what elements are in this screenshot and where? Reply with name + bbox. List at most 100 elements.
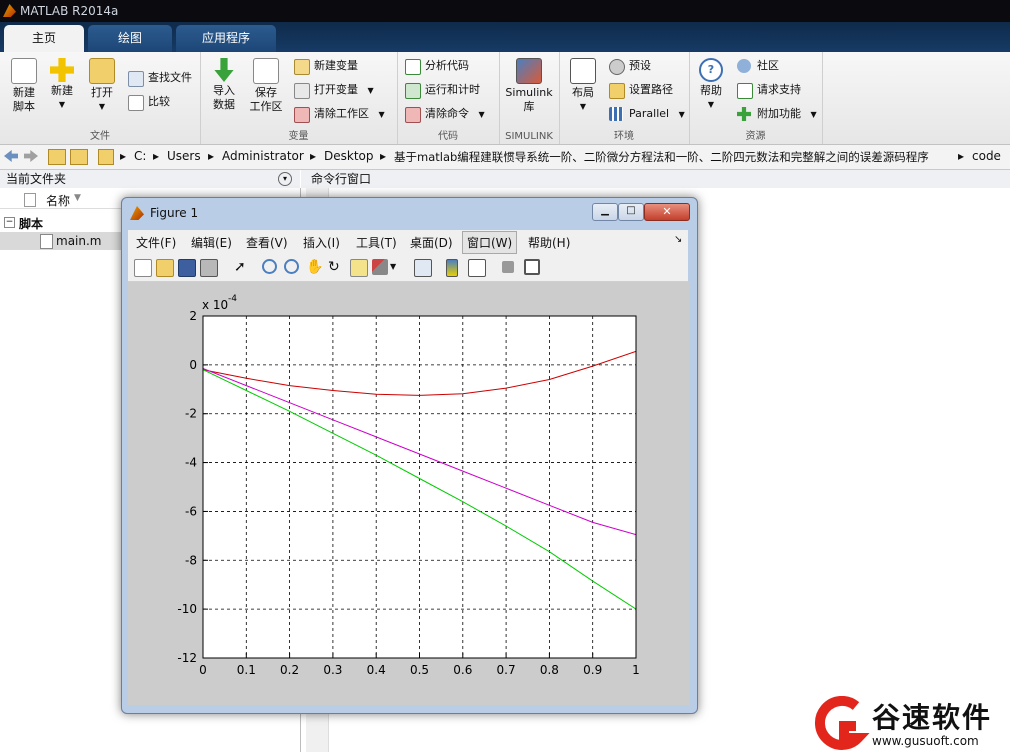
find-files-icon bbox=[128, 71, 144, 87]
run-and-time-label: 运行和计时 bbox=[425, 83, 480, 96]
hide-plot-tools-icon[interactable] bbox=[502, 261, 514, 273]
path-segment-users[interactable]: Users bbox=[167, 149, 201, 163]
menu-file[interactable]: 文件(F) bbox=[136, 234, 176, 251]
chevron-down-icon: ▼ bbox=[98, 102, 106, 111]
maximize-icon[interactable]: □ bbox=[618, 203, 644, 221]
collapse-toggle-icon[interactable]: − bbox=[4, 217, 15, 228]
parallel-button[interactable]: Parallel ▼ bbox=[607, 104, 685, 124]
preferences-button[interactable]: 预设 bbox=[607, 56, 651, 76]
matlab-logo-icon bbox=[3, 4, 16, 17]
analyze-code-icon bbox=[405, 59, 421, 75]
panel-menu-icon[interactable]: ▾ bbox=[278, 172, 292, 186]
path-separator-icon: ▸ bbox=[380, 149, 387, 163]
command-window-title: 命令行窗口 bbox=[311, 172, 372, 186]
path-segment-administrator[interactable]: Administrator bbox=[222, 149, 304, 163]
path-segment-code[interactable]: code bbox=[972, 149, 1001, 163]
pointer-icon[interactable]: ➚ bbox=[234, 259, 250, 275]
browse-folder-icon[interactable] bbox=[70, 149, 88, 165]
new-button[interactable]: 新建 ▼ bbox=[40, 58, 84, 112]
find-files-button[interactable]: 查找文件 bbox=[126, 68, 192, 88]
save-workspace-label: 保存 工作区 bbox=[249, 86, 283, 113]
new-variable-label: 新建变量 bbox=[314, 59, 358, 72]
community-button[interactable]: 社区 bbox=[735, 56, 779, 76]
print-icon[interactable] bbox=[200, 259, 218, 277]
y-tick-label: -6 bbox=[185, 504, 197, 518]
pan-hand-icon[interactable]: ✋ bbox=[306, 259, 323, 275]
menu-insert[interactable]: 插入(I) bbox=[303, 234, 340, 251]
path-separator-icon: ▸ bbox=[310, 149, 317, 163]
path-separator-icon: ▸ bbox=[153, 149, 160, 163]
help-button[interactable]: ? 帮助 ▼ bbox=[689, 58, 733, 112]
ribbon-tab-bar: 主页 绘图 应用程序 bbox=[0, 22, 1010, 52]
open-button[interactable]: 打开 ▼ bbox=[80, 58, 124, 114]
variable-group-label: 变量 bbox=[288, 131, 309, 142]
x-tick-label: 1 bbox=[632, 663, 640, 677]
path-segment-drive[interactable]: C: bbox=[134, 149, 146, 163]
open-variable-button[interactable]: 打开变量 ▼ bbox=[292, 80, 374, 100]
open-file-icon[interactable] bbox=[156, 259, 174, 277]
figure-menu-bar: 文件(F) 编辑(E) 查看(V) 插入(I) 工具(T) 桌面(D) 窗口(W… bbox=[128, 230, 688, 255]
resources-group: ? 帮助 ▼ 社区 请求支持 附加功能 ▼ 资源 bbox=[689, 52, 823, 144]
tab-apps[interactable]: 应用程序 bbox=[176, 25, 276, 52]
figure-toolbar: ➚ ✋ ↻ ▼ bbox=[128, 254, 688, 282]
tab-plots[interactable]: 绘图 bbox=[88, 25, 172, 52]
data-cursor-icon[interactable] bbox=[350, 259, 368, 277]
menu-edit[interactable]: 编辑(E) bbox=[191, 234, 232, 251]
analyze-code-button[interactable]: 分析代码 bbox=[403, 56, 469, 76]
brush-icon[interactable] bbox=[372, 259, 388, 275]
file-header-icon bbox=[24, 193, 36, 207]
x-tick-label: 0.3 bbox=[323, 663, 342, 677]
chevron-down-icon[interactable]: ▼ bbox=[390, 259, 398, 275]
set-path-button[interactable]: 设置路径 bbox=[607, 80, 673, 100]
chevron-down-icon: ▼ bbox=[707, 100, 715, 109]
layout-button[interactable]: 布局 ▼ bbox=[561, 58, 605, 114]
compare-button[interactable]: 比较 bbox=[126, 92, 170, 112]
colorbar-icon[interactable] bbox=[446, 259, 458, 277]
path-segment-project[interactable]: 基于matlab编程建联惯导系统一阶、二阶微分方程法和一阶、二阶四元数法和完整解… bbox=[394, 149, 954, 165]
zoom-out-icon[interactable] bbox=[284, 259, 299, 274]
chevron-down-icon: ▼ bbox=[367, 86, 374, 95]
y-tick-label: -12 bbox=[177, 651, 197, 665]
simulink-library-button[interactable]: Simulink 库 bbox=[503, 58, 555, 114]
new-figure-icon[interactable] bbox=[134, 259, 152, 277]
run-and-time-icon bbox=[405, 83, 421, 99]
line-chart[interactable]: 0 0.1 0.2 0.3 0.4 0.5 0.6 0.7 0.8 0.9 1 2 0 -2 -4 -6 -8 -… bbox=[128, 282, 690, 705]
tab-home[interactable]: 主页 bbox=[4, 25, 84, 52]
request-support-button[interactable]: 请求支持 bbox=[735, 80, 801, 100]
path-segment-desktop[interactable]: Desktop bbox=[324, 149, 374, 163]
rotate-3d-icon[interactable]: ↻ bbox=[328, 259, 344, 275]
link-plot-icon[interactable] bbox=[414, 259, 432, 277]
addons-button[interactable]: 附加功能 ▼ bbox=[735, 104, 817, 124]
save-workspace-button[interactable]: 保存 工作区 bbox=[244, 58, 288, 114]
dock-arrow-icon[interactable]: ↘ bbox=[674, 234, 682, 245]
clear-workspace-button[interactable]: 清除工作区 ▼ bbox=[292, 104, 385, 124]
up-folder-icon[interactable] bbox=[48, 149, 66, 165]
menu-desktop[interactable]: 桌面(D) bbox=[410, 234, 453, 251]
x-tick-label: 0.7 bbox=[497, 663, 516, 677]
menu-help[interactable]: 帮助(H) bbox=[528, 234, 570, 251]
watermark-name: 谷速软件 bbox=[872, 701, 993, 734]
parallel-label: Parallel bbox=[629, 107, 670, 120]
simulink-group: Simulink 库 SIMULINK bbox=[499, 52, 560, 144]
menu-view[interactable]: 查看(V) bbox=[246, 234, 288, 251]
back-arrow-icon[interactable] bbox=[4, 150, 18, 162]
menu-tools[interactable]: 工具(T) bbox=[356, 234, 397, 251]
close-icon[interactable]: ✕ bbox=[644, 203, 690, 221]
save-icon[interactable] bbox=[178, 259, 196, 277]
clear-commands-button[interactable]: 清除命令 ▼ bbox=[403, 104, 485, 124]
set-path-icon bbox=[609, 83, 625, 99]
variable-group: 导入 数据 保存 工作区 新建变量 打开变量 ▼ 清除工作区 ▼ 变量 bbox=[200, 52, 398, 144]
new-plus-icon bbox=[50, 58, 74, 82]
menu-window[interactable]: 窗口(W) bbox=[462, 231, 518, 254]
show-plot-tools-icon[interactable] bbox=[524, 259, 540, 275]
y-tick-label: -10 bbox=[177, 602, 197, 616]
zoom-in-icon[interactable] bbox=[262, 259, 277, 274]
current-folder-header: 当前文件夹 ▾ bbox=[0, 170, 300, 189]
forward-arrow-icon[interactable] bbox=[24, 150, 38, 162]
import-data-button[interactable]: 导入 数据 bbox=[202, 58, 246, 112]
layout-label: 布局 bbox=[572, 86, 594, 99]
new-variable-button[interactable]: 新建变量 bbox=[292, 56, 358, 76]
minimize-icon[interactable]: ▁ bbox=[592, 203, 618, 221]
run-and-time-button[interactable]: 运行和计时 bbox=[403, 80, 480, 100]
legend-icon[interactable] bbox=[468, 259, 486, 277]
